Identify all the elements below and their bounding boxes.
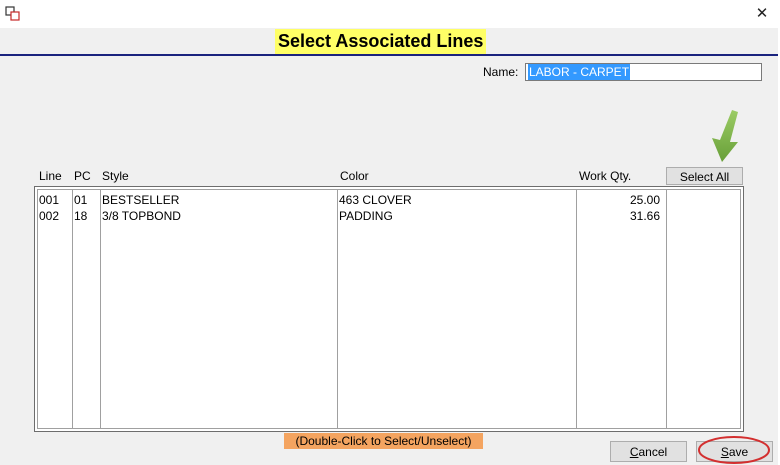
cell-color: 463 CLOVER <box>339 193 412 207</box>
column-divider <box>337 190 338 428</box>
lines-grid[interactable]: 001 01 BESTSELLER 463 CLOVER 25.00 002 1… <box>34 186 744 432</box>
cell-pc: 18 <box>74 209 88 223</box>
name-label: Name: <box>483 65 519 79</box>
table-row[interactable]: 002 18 3/8 TOPBOND PADDING 31.66 <box>38 208 740 224</box>
arrow-down-icon <box>712 110 738 162</box>
cell-work-qty: 31.66 <box>629 209 660 223</box>
cell-style: 3/8 TOPBOND <box>102 209 181 223</box>
dialog-window: ✕ Select Associated Lines Name: LABOR - … <box>0 0 780 465</box>
save-button[interactable]: Save <box>696 441 773 462</box>
table-row[interactable]: 001 01 BESTSELLER 463 CLOVER 25.00 <box>38 192 740 208</box>
column-divider <box>100 190 101 428</box>
double-click-hint: (Double-Click to Select/Unselect) <box>284 433 483 449</box>
column-divider <box>666 190 667 428</box>
save-accelerator: S <box>720 445 729 459</box>
column-header-line: Line <box>39 169 62 183</box>
cell-style: BESTSELLER <box>102 193 180 207</box>
app-icon <box>5 6 20 21</box>
column-divider <box>576 190 577 428</box>
column-header-work-qty: Work Qty. <box>579 169 632 183</box>
title-bar: ✕ <box>0 0 780 28</box>
name-input-selected-text: LABOR - CARPET <box>528 64 631 80</box>
column-header-style: Style <box>102 169 129 183</box>
cell-pc: 01 <box>74 193 88 207</box>
column-header-pc: PC <box>74 169 91 183</box>
name-input[interactable]: LABOR - CARPET <box>525 63 762 81</box>
column-header-color: Color <box>340 169 369 183</box>
save-label-post: ave <box>728 445 749 459</box>
cell-work-qty: 25.00 <box>629 193 660 207</box>
cell-line: 002 <box>39 209 60 223</box>
lines-grid-body: 001 01 BESTSELLER 463 CLOVER 25.00 002 1… <box>37 189 741 429</box>
dialog-title: Select Associated Lines <box>275 29 487 54</box>
column-divider <box>72 190 73 428</box>
cell-color: PADDING <box>339 209 393 223</box>
cancel-label-post: ancel <box>638 445 668 459</box>
select-all-button[interactable]: Select All <box>666 167 743 185</box>
cell-line: 001 <box>39 193 60 207</box>
cancel-button[interactable]: Cancel <box>610 441 687 462</box>
close-icon[interactable]: ✕ <box>750 4 774 24</box>
